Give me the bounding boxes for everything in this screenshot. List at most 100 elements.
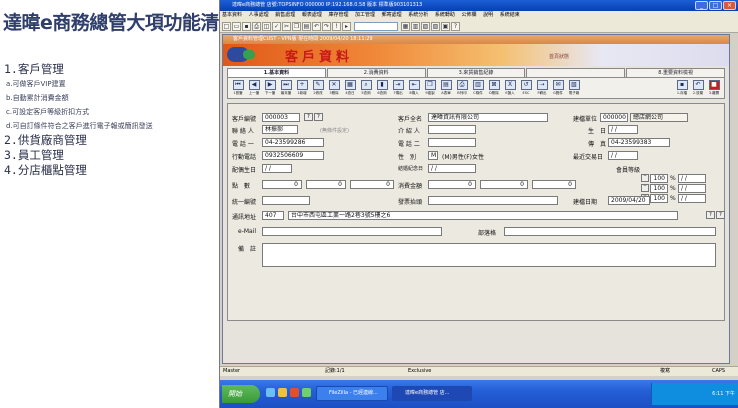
folder-icon[interactable]	[278, 388, 287, 397]
zip-field[interactable]: 407	[262, 211, 284, 220]
tab-consumption[interactable]: 2.消費資料	[326, 68, 426, 77]
menu-item[interactable]: 基本資料	[222, 12, 242, 18]
last-record-button[interactable]: ⏭ 最末筆	[279, 80, 293, 96]
cust-no-field[interactable]: 000003	[262, 113, 300, 122]
grid-icon[interactable]: ▥	[411, 21, 420, 31]
referrer-field[interactable]	[428, 125, 476, 134]
level-dropdown-2[interactable]: ‾	[641, 184, 649, 192]
fax-field[interactable]: 04-23599383	[608, 138, 670, 147]
menu-item[interactable]: 加工管理	[355, 12, 375, 18]
save-icon[interactable]: ▪	[242, 21, 251, 31]
query-button[interactable]: ⌕ 5查詢	[359, 80, 373, 96]
level-date-1[interactable]: / /	[678, 174, 706, 183]
media-icon[interactable]	[290, 388, 299, 397]
bold-icon[interactable]: !	[332, 21, 341, 31]
discard-button[interactable]: ↶ 2.放棄	[691, 80, 705, 96]
address-field[interactable]: 台中市西屯區工業一路2巷3號5樓之6	[288, 211, 678, 220]
add-button[interactable]: +1新增	[295, 80, 309, 96]
spouse-bday-field[interactable]: / /	[262, 164, 292, 173]
menu-item[interactable]: 說明	[483, 12, 493, 18]
edit-button[interactable]: ✎ 2修改	[311, 80, 325, 96]
phone2-field[interactable]	[428, 138, 476, 147]
menu-item[interactable]: 庫存管理	[328, 12, 348, 18]
desktop-icon[interactable]	[302, 388, 311, 397]
birthday-field[interactable]: / /	[608, 125, 638, 134]
address-lookup-button[interactable]: ?	[706, 211, 715, 219]
level-pct-1[interactable]: 100	[650, 174, 668, 183]
contact-field[interactable]: 林振郝	[262, 125, 298, 134]
window-titlebar[interactable]: 達暐e商務總管 店號:TOPSINFO 000000 IP:192.168.0.…	[220, 0, 738, 11]
query2-button[interactable]: ▮ 6查詢	[375, 80, 389, 96]
tab-basic[interactable]: 1.基本資料	[227, 68, 326, 77]
taskbar-item-app[interactable]: 達暐e商務總管 店...	[392, 386, 472, 401]
level-pct-2[interactable]: 100	[650, 184, 668, 193]
tab-sales-record[interactable]: 3.來貨銷售紀錄	[426, 68, 526, 77]
menu-item[interactable]: 公佈欄	[461, 12, 476, 18]
form-button[interactable]: ▤ A表單	[439, 80, 453, 96]
paste-icon[interactable]: ▤	[302, 21, 311, 31]
newsletter-button[interactable]: ▧ 電子報	[567, 80, 581, 96]
window-icon[interactable]: ▧	[431, 21, 440, 31]
menu-item[interactable]: 系統分析	[408, 12, 428, 18]
taskbar-item-filezilla[interactable]: FileZilla - 已經連線...	[316, 386, 388, 401]
tax-id-field[interactable]	[262, 196, 310, 205]
maximize-button[interactable]: □	[709, 1, 722, 10]
tab-blank[interactable]	[526, 68, 626, 77]
copy-icon[interactable]: ❐	[292, 21, 301, 31]
remarks-field[interactable]	[262, 243, 716, 267]
clock[interactable]: 6:11 下午	[712, 391, 735, 397]
form-icon[interactable]: ▦	[401, 21, 410, 31]
menu-item[interactable]: 報表處理	[302, 12, 322, 18]
email-field[interactable]	[262, 227, 442, 236]
excel-import-button[interactable]: X E匯入	[503, 80, 517, 96]
points-field-1[interactable]: 0	[262, 180, 302, 189]
last-trade-field[interactable]: / /	[608, 151, 638, 160]
save-record-button[interactable]: ▪ 1.存檔	[675, 80, 689, 96]
menu-item[interactable]: 銷售處理	[275, 12, 295, 18]
prev-record-button[interactable]: ◀ 上一筆	[247, 80, 261, 96]
points-field-3[interactable]: 0	[350, 180, 394, 189]
created-field[interactable]: 2009/04/20	[608, 196, 650, 205]
level-pct-3[interactable]: 100	[650, 194, 668, 203]
anniversary-field[interactable]: / /	[428, 164, 476, 173]
spend-field-3[interactable]: 0	[532, 180, 576, 189]
level-dropdown-1[interactable]: ‾	[641, 174, 649, 182]
open-folder-icon[interactable]: ▭	[232, 21, 241, 31]
delete-button[interactable]: ✕ 3刪除	[327, 80, 341, 96]
exit-button[interactable]: ■ 3.離開	[707, 80, 721, 96]
menu-item[interactable]: 人事處理	[249, 12, 269, 18]
print-button[interactable]: ⎙ B列印	[455, 80, 469, 96]
import-button[interactable]: ⇤ 8傳入	[407, 80, 421, 96]
tab-important[interactable]: 8.重要資料檢視	[626, 68, 725, 77]
minimize-button[interactable]: _	[695, 1, 708, 10]
bulk-delete-button[interactable]: ⊠ D刪除	[487, 80, 501, 96]
cust-no-help-button[interactable]: ?	[314, 113, 323, 121]
gender-field[interactable]: M	[428, 151, 438, 160]
redo-icon[interactable]: ↷	[322, 21, 331, 31]
properties-icon[interactable]: ▣	[441, 21, 450, 31]
print-icon[interactable]: ⎙	[252, 21, 261, 31]
level-date-2[interactable]: / /	[678, 184, 706, 193]
points-field-2[interactable]: 0	[306, 180, 346, 189]
preview-icon[interactable]: ◫	[262, 21, 271, 31]
ie-icon[interactable]	[266, 388, 275, 397]
level-date-3[interactable]: / /	[678, 194, 706, 203]
cut-icon[interactable]: ✂	[282, 21, 291, 31]
new-file-icon[interactable]: □	[222, 21, 231, 31]
first-record-button[interactable]: ⏮ 1首筆	[231, 80, 245, 96]
export-button[interactable]: ⇥ 7傳出	[391, 80, 405, 96]
menu-item[interactable]: 系統結束	[500, 12, 520, 18]
mobile-field[interactable]: 0932506609	[262, 151, 324, 160]
full-name-field[interactable]: 達暐資訊有限公司	[428, 113, 548, 122]
copy-button[interactable]: ❐ 9複製	[423, 80, 437, 96]
undo-icon[interactable]: ↶	[312, 21, 321, 31]
menu-item[interactable]: 郵寄處理	[382, 12, 402, 18]
blog-field[interactable]	[504, 227, 716, 236]
invoice-field[interactable]	[428, 196, 558, 205]
filter-button[interactable]: ▥ C條件	[471, 80, 485, 96]
cust-no-lookup-button[interactable]: ?	[304, 113, 313, 121]
help-icon[interactable]: ?	[451, 21, 460, 31]
close-button[interactable]: ×	[723, 1, 736, 10]
esc-button[interactable]: ↺ ESC	[519, 80, 533, 95]
report-icon[interactable]: ▨	[421, 21, 430, 31]
